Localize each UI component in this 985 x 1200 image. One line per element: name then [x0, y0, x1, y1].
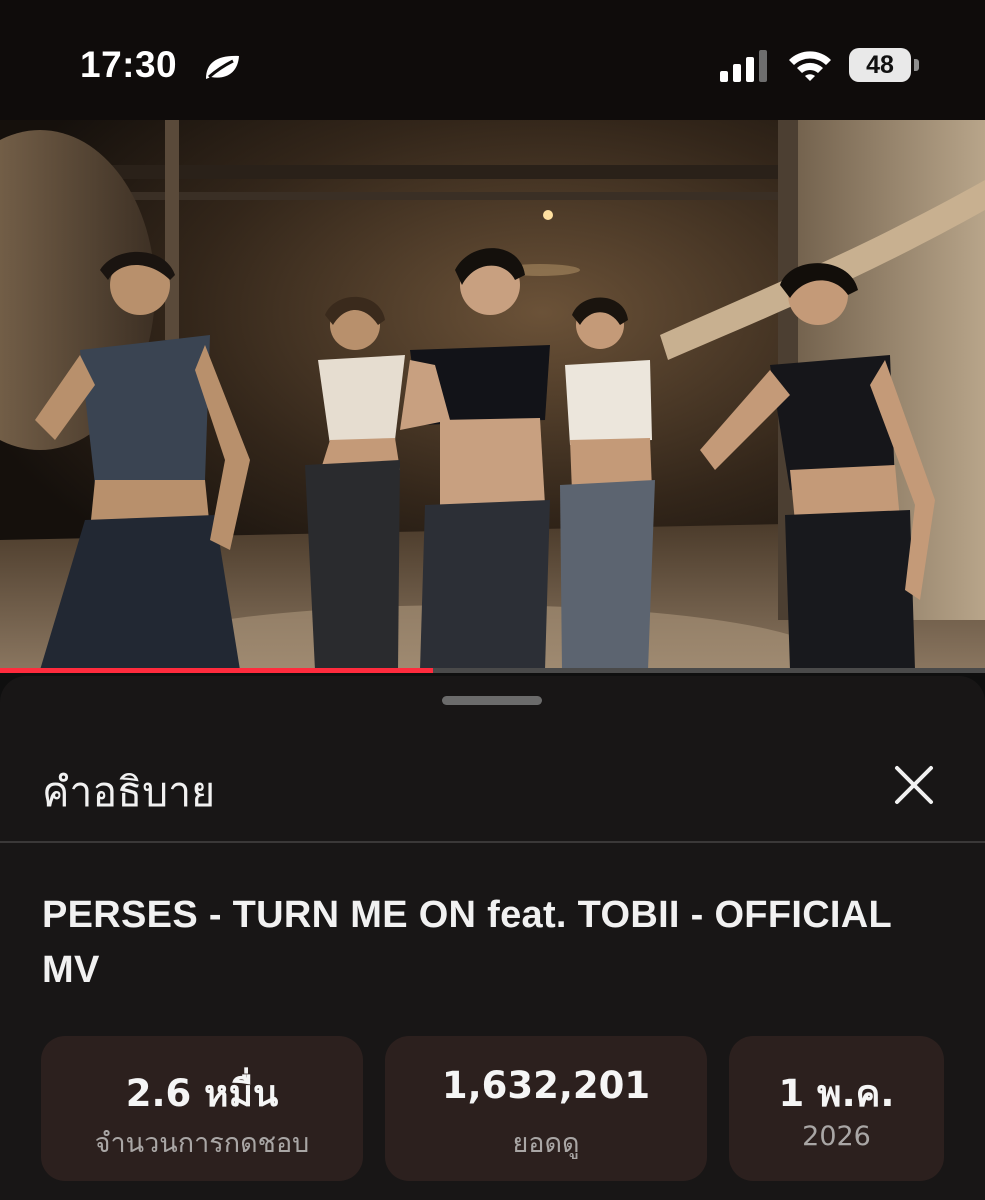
publish-year: 2026: [802, 1121, 871, 1152]
battery-cap: [914, 59, 919, 71]
status-time: 17:30: [80, 44, 178, 85]
video-title: PERSES - TURN ME ON feat. TOBII - OFFICI…: [42, 894, 892, 991]
publish-date-card: 1 พ.ค. 2026: [729, 1036, 944, 1181]
divider: [0, 841, 985, 843]
video-player[interactable]: [0, 120, 985, 670]
likes-label: จำนวนการกดชอบ: [94, 1128, 310, 1159]
battery-level: 48: [849, 48, 911, 82]
views-label: ยอดดู: [512, 1128, 580, 1159]
sheet-title: คำอธิบาย: [42, 768, 216, 816]
cellular-signal-icon: [720, 50, 767, 82]
views-stat-card: 1,632,201 ยอดดู: [385, 1036, 707, 1181]
description-sheet: คำอธิบาย PERSES - TURN ME ON feat. TOBII…: [0, 676, 985, 1200]
views-count: 1,632,201: [441, 1064, 651, 1107]
status-bar: 17:30 48: [0, 0, 985, 120]
video-progress-fill: [0, 668, 434, 673]
drag-handle[interactable]: [442, 696, 542, 705]
publish-date: 1 พ.ค.: [778, 1072, 895, 1115]
video-progress-bar[interactable]: [0, 668, 985, 673]
likes-stat-card: 2.6 หมื่น จำนวนการกดชอบ: [41, 1036, 363, 1181]
likes-count: 2.6 หมื่น: [125, 1072, 279, 1115]
battery-icon: 48: [849, 48, 921, 84]
wifi-icon: [789, 51, 831, 81]
leaf-icon: [206, 55, 239, 79]
music-video-frame: [0, 120, 985, 670]
close-icon[interactable]: [885, 756, 943, 814]
